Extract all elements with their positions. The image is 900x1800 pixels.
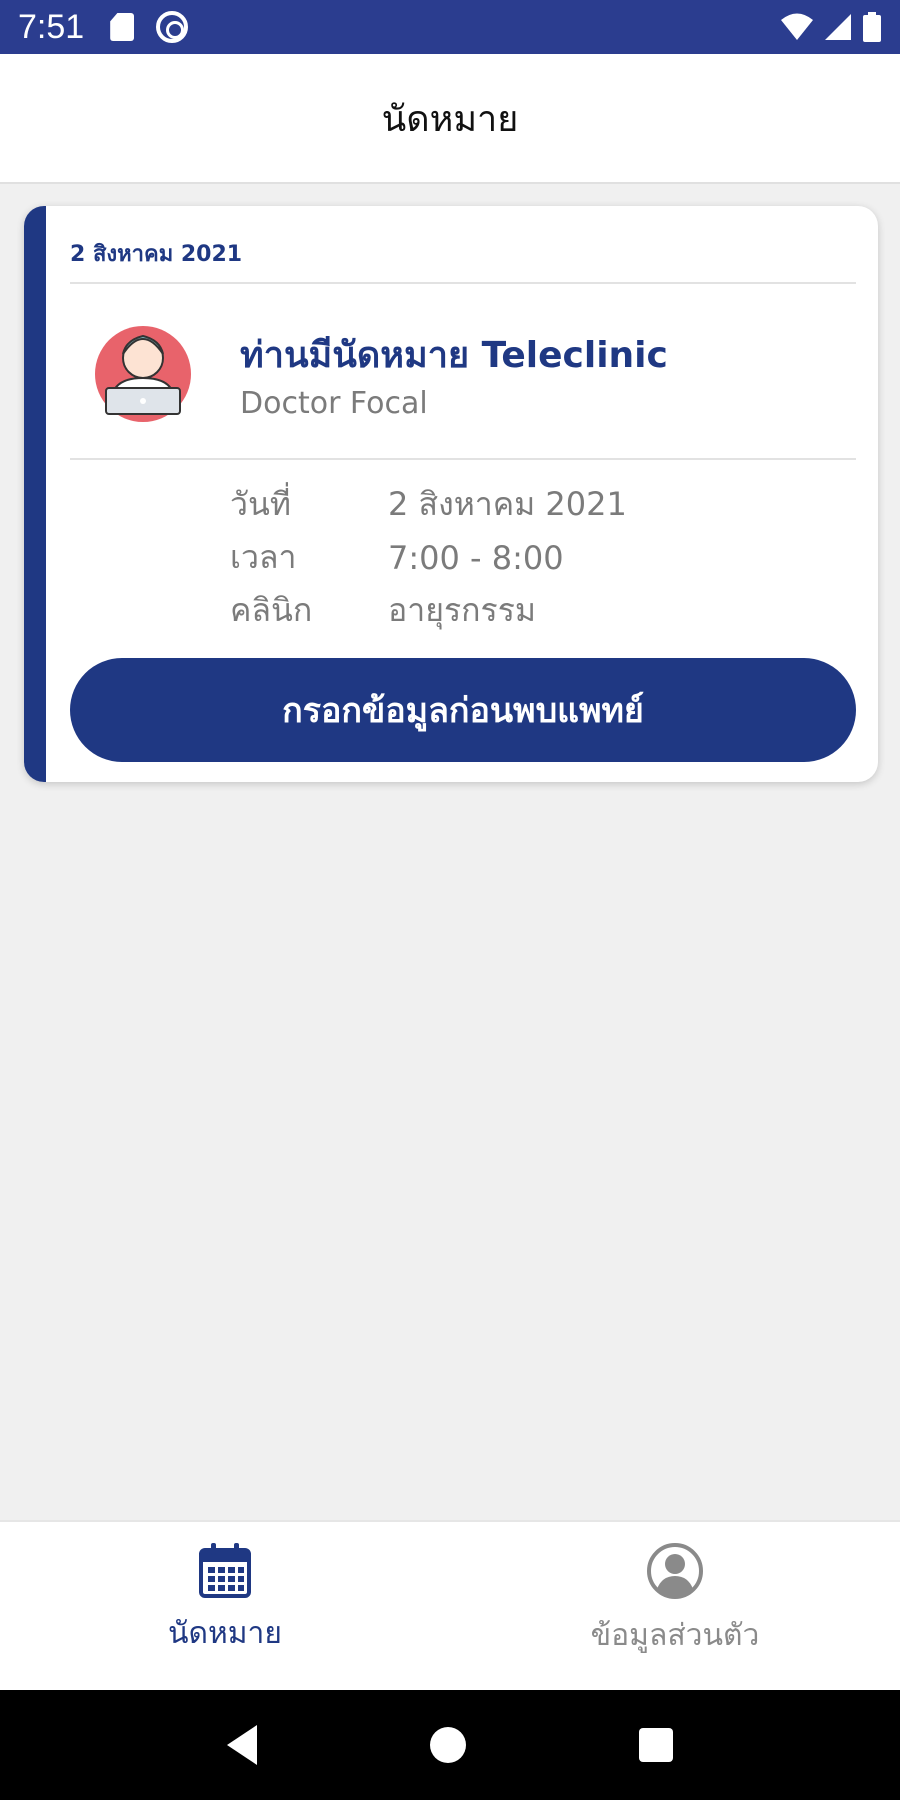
nav-label-profile: ข้อมูลส่วนตัว	[590, 1618, 760, 1653]
detail-row-time: เวลา 7:00 - 8:00	[230, 531, 627, 584]
appointment-date-header: 2 สิงหาคม 2021	[70, 242, 243, 267]
detail-label: วันที่	[230, 485, 291, 523]
detail-value: อายุรกรรม	[388, 591, 536, 629]
calendar-icon	[199, 1543, 251, 1598]
appointment-card[interactable]: 2 สิงหาคม 2021 ท่านมีนัดหมาย Teleclinic …	[24, 206, 878, 782]
appointment-details: วันที่ 2 สิงหาคม 2021 เวลา 7:00 - 8:00 ค…	[230, 478, 627, 637]
system-nav-bar	[0, 1690, 900, 1800]
detail-row-clinic: คลินิก อายุรกรรม	[230, 584, 627, 637]
nav-label-appointments: นัดหมาย	[168, 1616, 282, 1651]
detail-value: 2 สิงหาคม 2021	[388, 485, 627, 523]
wifi-icon	[781, 13, 813, 40]
profile-icon	[647, 1543, 703, 1599]
nav-item-appointments[interactable]: นัดหมาย	[0, 1522, 450, 1690]
back-icon[interactable]	[226, 1725, 257, 1765]
detail-label: เวลา	[230, 538, 297, 576]
fill-pre-visit-info-button[interactable]: กรอกข้อมูลก่อนพบแพทย์	[70, 658, 856, 762]
status-bar: 7:51	[0, 0, 900, 54]
divider	[70, 458, 856, 460]
detail-label: คลินิก	[230, 591, 313, 629]
battery-icon	[863, 12, 881, 42]
nav-item-profile[interactable]: ข้อมูลส่วนตัว	[450, 1522, 900, 1690]
status-right-icons	[780, 12, 882, 42]
detail-row-date: วันที่ 2 สิงหาคม 2021	[230, 478, 627, 531]
status-time: 7:51	[18, 7, 85, 46]
page-title: นัดหมาย	[381, 98, 519, 140]
doctor-avatar-icon	[95, 326, 191, 422]
appointment-title: ท่านมีนัดหมาย Teleclinic	[240, 335, 668, 376]
sd-card-icon	[110, 13, 135, 41]
card-accent-bar	[24, 206, 46, 782]
doctor-name: Doctor Focal	[240, 386, 428, 421]
recents-icon[interactable]	[639, 1728, 674, 1762]
signal-icon	[825, 14, 851, 40]
home-icon[interactable]	[429, 1727, 466, 1763]
app-bar: นัดหมาย	[0, 54, 900, 184]
sync-icon	[156, 11, 189, 43]
status-left-icons	[110, 11, 189, 43]
divider	[70, 282, 856, 284]
detail-value: 7:00 - 8:00	[388, 538, 564, 577]
bottom-nav: นัดหมาย ข้อมูลส่วนตัว	[0, 1520, 900, 1690]
